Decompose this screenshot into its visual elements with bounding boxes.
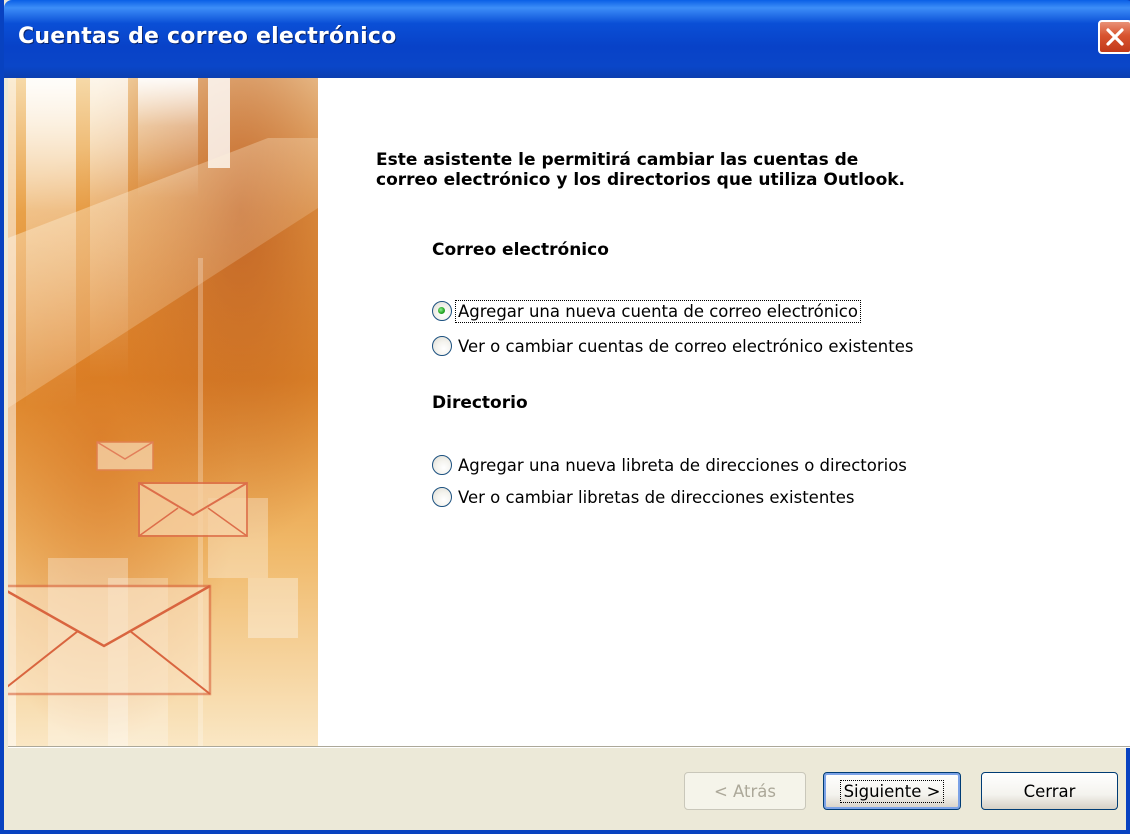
close-button[interactable] [1098, 20, 1130, 54]
radio-button[interactable] [432, 455, 452, 475]
radio-label: Ver o cambiar libretas de direcciones ex… [458, 487, 855, 507]
wizard-body: Este asistente le permitirá cambiar las … [8, 78, 1130, 746]
close-icon [1106, 28, 1124, 46]
radio-button[interactable] [432, 487, 452, 507]
envelope-medium-icon [138, 482, 248, 537]
radio-label: Agregar una nueva libreta de direcciones… [458, 455, 907, 475]
radio-view-email-accounts[interactable]: Ver o cambiar cuentas de correo electrón… [432, 333, 915, 359]
window-title: Cuentas de correo electrónico [18, 24, 397, 49]
radio-button-checked[interactable] [432, 301, 452, 321]
radio-label: Ver o cambiar cuentas de correo electrón… [458, 336, 914, 356]
back-button-label: < Atrás [713, 781, 777, 801]
radio-view-address-books[interactable]: Ver o cambiar libretas de direcciones ex… [432, 484, 857, 510]
intro-line-1: Este asistente le permitirá cambiar las … [376, 150, 859, 170]
close-wizard-button-label: Cerrar [1023, 781, 1076, 801]
wizard-window: Cuentas de correo electrónico Este asist… [0, 0, 1130, 834]
button-separator [8, 746, 1130, 748]
envelope-large-icon [8, 584, 212, 696]
back-button[interactable]: < Atrás [684, 772, 806, 810]
title-bar[interactable]: Cuentas de correo electrónico [4, 0, 1130, 78]
next-button-label: Siguiente > [839, 779, 945, 803]
radio-label: Agregar una nueva cuenta de correo elect… [455, 299, 861, 323]
side-banner-image [8, 78, 318, 746]
wizard-content: Este asistente le permitirá cambiar las … [318, 78, 1130, 746]
close-wizard-button[interactable]: Cerrar [981, 772, 1118, 810]
intro-line-2: correo electrónico y los directorios que… [376, 170, 906, 190]
radio-add-email-account[interactable]: Agregar una nueva cuenta de correo elect… [432, 298, 861, 324]
email-section-heading: Correo electrónico [432, 240, 609, 260]
directory-section-heading: Directorio [432, 393, 528, 413]
next-button[interactable]: Siguiente > [823, 772, 961, 810]
radio-add-address-book[interactable]: Agregar una nueva libreta de direcciones… [432, 452, 909, 478]
intro-text: Este asistente le permitirá cambiar las … [376, 150, 1076, 190]
envelope-small-icon [96, 441, 154, 471]
radio-button[interactable] [432, 336, 452, 356]
